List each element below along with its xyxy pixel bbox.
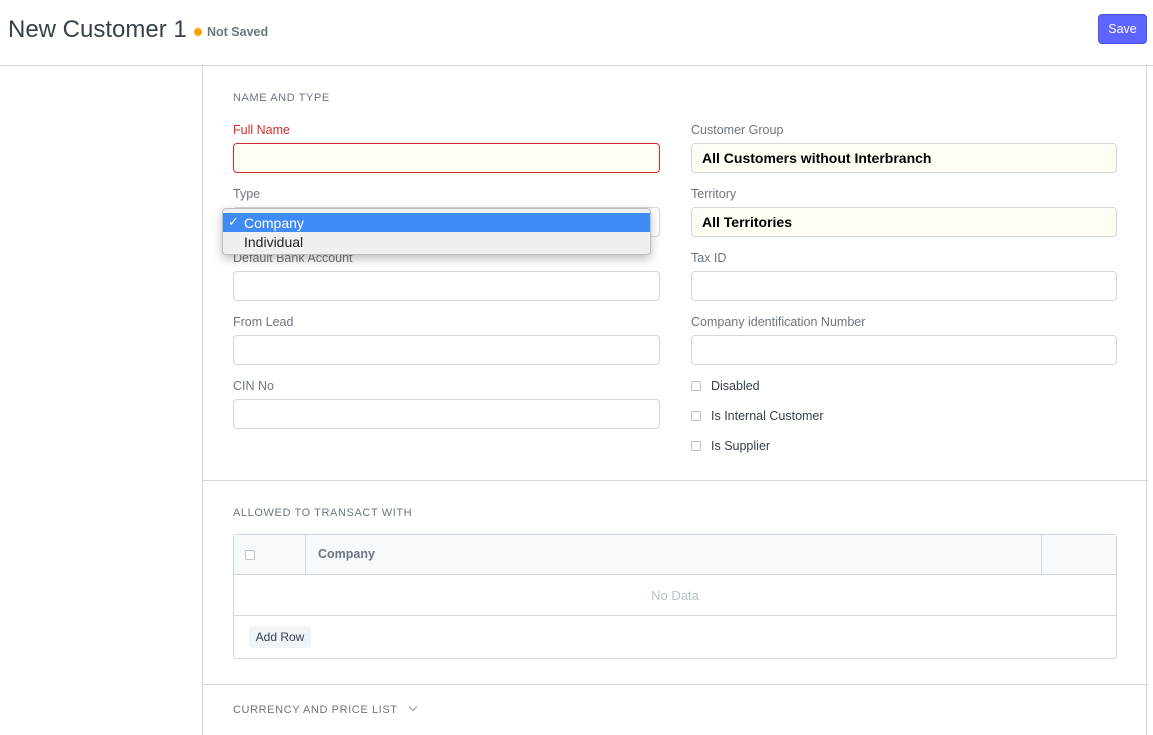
status-indicator: Not Saved [194,25,268,39]
is-internal-customer-checkbox-row[interactable]: Is Internal Customer [691,409,824,423]
type-option-label: Company [244,214,304,231]
transact-grid: Company No Data Add Row [233,534,1117,659]
type-option-company[interactable]: ✓ Company [223,213,650,232]
is-supplier-checkbox-row[interactable]: Is Supplier [691,439,770,453]
type-label: Type [233,187,261,201]
from-lead-input[interactable] [233,335,660,365]
full-name-input[interactable] [233,143,660,173]
territory-input[interactable]: All Territories [691,207,1117,237]
grid-header-settings-cell [1041,535,1116,575]
customer-group-label: Customer Group [691,123,784,137]
disabled-checkbox-row[interactable]: Disabled [691,379,760,393]
full-name-label: Full Name [233,123,290,137]
from-lead-label: From Lead [233,315,294,329]
add-row-button[interactable]: Add Row [249,626,311,648]
cin-no-input[interactable] [233,399,660,429]
section-divider [203,684,1148,685]
status-dot-icon [194,28,202,36]
form-area: NAME AND TYPE Full Name Type Default Ban… [202,66,1148,735]
section-title-name-and-type: NAME AND TYPE [233,92,330,104]
customer-group-input[interactable]: All Customers without Interbranch [691,143,1117,173]
checkmark-icon: ✓ [228,214,239,229]
grid-header: Company [234,535,1116,575]
select-all-checkbox[interactable] [245,550,255,560]
type-dropdown-menu: ✓ Company Individual [222,208,651,255]
save-button[interactable]: Save [1098,14,1147,44]
section-divider [203,480,1148,481]
type-option-individual[interactable]: Individual [223,232,650,251]
is-internal-customer-checkbox[interactable] [691,411,701,421]
tax-id-label: Tax ID [691,251,727,265]
is-internal-customer-label: Is Internal Customer [711,409,824,423]
section-title-currency-and-price-list: CURRENCY AND PRICE LIST [233,704,398,716]
company-identification-number-input[interactable] [691,335,1117,365]
disabled-checkbox[interactable] [691,381,701,391]
type-option-label: Individual [244,233,304,250]
section-title-allowed-to-transact-with: ALLOWED TO TRANSACT WITH [233,507,413,519]
chevron-down-icon [408,702,417,712]
cin-no-label: CIN No [233,379,274,393]
page-title: New Customer 1 [8,16,187,43]
grid-no-data: No Data [234,575,1116,616]
section-toggle-currency-and-price-list[interactable]: CURRENCY AND PRICE LIST [233,702,417,716]
is-supplier-checkbox[interactable] [691,441,701,451]
disabled-checkbox-label: Disabled [711,379,760,393]
grid-column-company: Company [318,547,375,561]
territory-label: Territory [691,187,737,201]
default-bank-account-input[interactable] [233,271,660,301]
tax-id-input[interactable] [691,271,1117,301]
grid-header-check-cell [234,535,306,575]
page-header: New Customer 1 Not Saved Save [0,0,1153,66]
company-identification-number-label: Company identification Number [691,315,866,329]
status-text: Not Saved [207,25,269,39]
is-supplier-label: Is Supplier [711,439,771,453]
